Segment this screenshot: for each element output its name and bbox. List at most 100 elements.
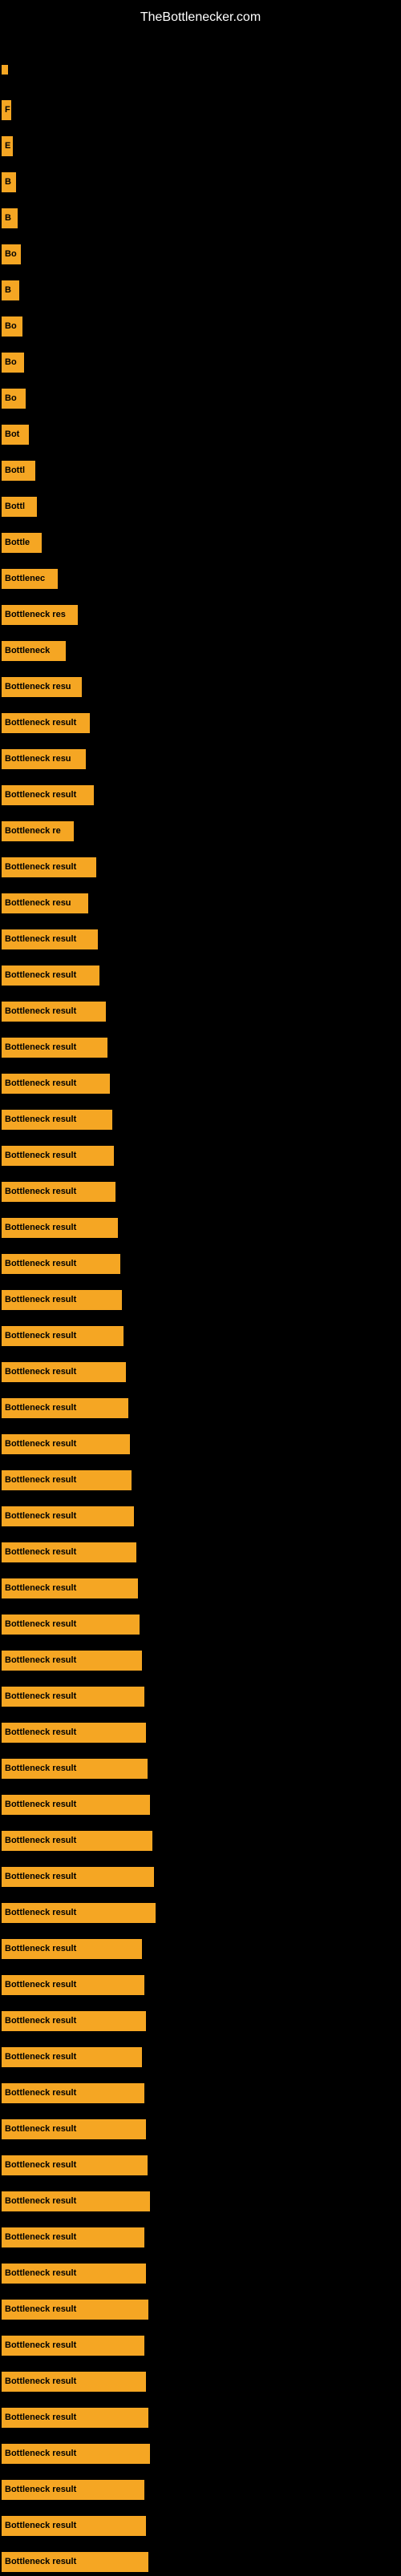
bar-label: Bottleneck res — [2, 605, 78, 625]
bar-row: Bottleneck result — [2, 2300, 148, 2324]
bar-label: Bo — [2, 316, 22, 337]
bar-row: Bottleneck result — [2, 1867, 154, 1891]
bar-row: E — [2, 136, 13, 160]
bar-row: Bottleneck res — [2, 605, 78, 629]
bar-row: Bottleneck result — [2, 1903, 156, 1927]
bar-label: Bottleneck result — [2, 1326, 124, 1346]
bar-label: Bottleneck result — [2, 2408, 148, 2428]
bar-label: Bottl — [2, 461, 35, 481]
bar-label: Bottleneck result — [2, 1542, 136, 1562]
bar-label: Bottleneck result — [2, 2552, 148, 2572]
bar-row: Bottleneck result — [2, 1326, 124, 1350]
bar-label: Bottleneck result — [2, 1795, 150, 1815]
bar-label: Bot — [2, 425, 29, 445]
bar-row: Bottleneck result — [2, 2119, 146, 2143]
bar-label: Bottleneck result — [2, 929, 98, 949]
bar-label: Bottleneck result — [2, 1182, 115, 1202]
bar-row: F — [2, 100, 11, 124]
bar-label: Bottleneck result — [2, 2227, 144, 2247]
bar-label: B — [2, 280, 19, 300]
bar-label: Bottleneck result — [2, 1903, 156, 1923]
bar-row: Bottleneck result — [2, 965, 99, 990]
bar-row: Bottleneck result — [2, 1795, 150, 1819]
bar-row: B — [2, 172, 16, 196]
bar-row: Bottleneck result — [2, 2336, 144, 2360]
bar-label: B — [2, 208, 18, 228]
bar-label: E — [2, 136, 13, 156]
bar-row: Bo — [2, 389, 26, 413]
bar-label: Bottleneck result — [2, 1398, 128, 1418]
bar-row: Bottl — [2, 497, 37, 521]
bar-label: Bottleneck result — [2, 2516, 146, 2536]
site-title: TheBottlenecker.com — [0, 4, 401, 31]
bar-label: Bottleneck result — [2, 1578, 138, 1598]
bar-row: Bottleneck re — [2, 821, 74, 845]
bar-row: Bottle — [2, 533, 42, 557]
bar-label: Bottleneck result — [2, 2119, 146, 2139]
bar-label — [2, 65, 8, 75]
bar-row: Bottleneck resu — [2, 893, 88, 917]
bar-row: Bottleneck result — [2, 1362, 126, 1386]
bar-row: Bottleneck resu — [2, 677, 82, 701]
bar-label: Bottleneck result — [2, 2444, 150, 2464]
bar-row: Bo — [2, 353, 24, 377]
bar-row: Bottleneck result — [2, 2227, 144, 2251]
bar-label: Bottleneck result — [2, 785, 94, 805]
bar-label: Bottleneck result — [2, 1651, 142, 1671]
bar-row: Bottleneck result — [2, 1146, 114, 1170]
bar-row: Bottleneck result — [2, 1542, 136, 1566]
bar-row: Bottleneck result — [2, 1578, 138, 1602]
bar-row: Bottleneck result — [2, 2516, 146, 2540]
bar-label: Bottleneck result — [2, 2083, 144, 2103]
bar-label: Bottleneck resu — [2, 749, 86, 769]
bar-label: Bottleneck result — [2, 2264, 146, 2284]
bar-row: Bottleneck result — [2, 2047, 142, 2071]
bar-row: Bottleneck result — [2, 2480, 144, 2504]
bar-label: Bottleneck result — [2, 2155, 148, 2175]
bar-row: Bottleneck result — [2, 1687, 144, 1711]
bar-label: Bottleneck result — [2, 1506, 134, 1526]
bar-label: Bottleneck result — [2, 1759, 148, 1779]
bar-row: Bottleneck result — [2, 1002, 106, 1026]
bar-row: Bo — [2, 244, 21, 268]
bar-label: Bottleneck result — [2, 1975, 144, 1995]
bar-label: Bottleneck result — [2, 2011, 146, 2031]
bar-row: B — [2, 280, 19, 304]
bar-label: Bottleneck result — [2, 1362, 126, 1382]
bar-row: Bottl — [2, 461, 35, 485]
bar-row: Bottleneck result — [2, 1218, 118, 1242]
bar-row: Bottleneck result — [2, 1110, 112, 1134]
bar-row: Bottleneck result — [2, 1723, 146, 1747]
bar-label: Bottleneck result — [2, 2191, 150, 2211]
bar-row: Bottleneck result — [2, 2011, 146, 2035]
bar-label: Bottleneck result — [2, 857, 96, 877]
bar-row: Bo — [2, 316, 22, 341]
bar-row: Bottleneck result — [2, 1398, 128, 1422]
bar-row: Bottleneck result — [2, 2155, 148, 2179]
bar-row: Bottleneck result — [2, 2408, 148, 2432]
bar-row: Bottleneck result — [2, 1975, 144, 1999]
bar-label: Bottleneck result — [2, 965, 99, 986]
bar-label: Bo — [2, 353, 24, 373]
bar-row: Bottleneck result — [2, 1470, 132, 1494]
bar-row: Bottleneck result — [2, 1290, 122, 1314]
bar-label: Bottleneck result — [2, 1146, 114, 1166]
bar-label: Bottleneck result — [2, 2336, 144, 2356]
bar-label: Bottleneck — [2, 641, 66, 661]
bar-row: Bottleneck result — [2, 713, 90, 737]
bar-row — [2, 64, 8, 79]
bar-label: Bottleneck re — [2, 821, 74, 841]
bar-row: Bottleneck result — [2, 1434, 130, 1458]
bar-row: Bot — [2, 425, 29, 449]
bar-row: B — [2, 208, 18, 232]
bar-row: Bottleneck result — [2, 2083, 144, 2107]
bar-row: Bottleneck result — [2, 1074, 110, 1098]
bar-label: Bottleneck result — [2, 1831, 152, 1851]
bar-label: Bottleneck result — [2, 2372, 146, 2392]
bar-row: Bottleneck result — [2, 1038, 107, 1062]
bar-label: Bottleneck result — [2, 1038, 107, 1058]
bar-label: Bottleneck result — [2, 1002, 106, 1022]
bar-row: Bottleneck result — [2, 2264, 146, 2288]
bar-label: Bottleneck result — [2, 1470, 132, 1490]
bar-row: Bottleneck result — [2, 1831, 152, 1855]
